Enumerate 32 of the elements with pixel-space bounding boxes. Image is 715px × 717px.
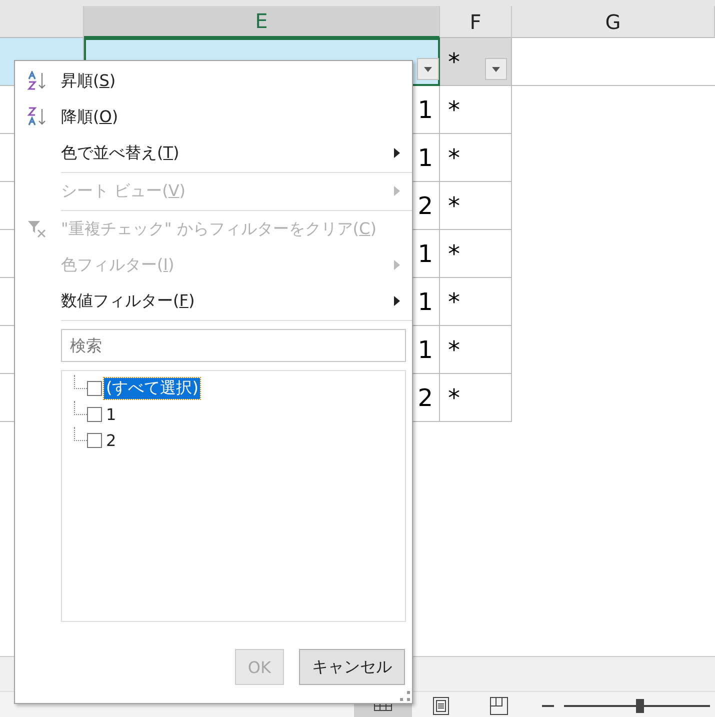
- table-cell: *: [440, 374, 512, 422]
- column-header[interactable]: E: [84, 6, 440, 38]
- table-cell: *: [440, 326, 512, 374]
- page-icon: [433, 696, 449, 714]
- cancel-button[interactable]: キャンセル: [299, 649, 405, 685]
- menu-item[interactable]: 降順(O): [15, 99, 412, 135]
- submenu-arrow-icon: [394, 148, 400, 158]
- zoom-slider-thumb[interactable]: [636, 698, 644, 712]
- checkbox[interactable]: [87, 380, 102, 396]
- table-cell: *: [440, 86, 512, 134]
- resize-grip-icon[interactable]: [400, 691, 410, 701]
- caret-icon: [424, 66, 432, 72]
- checkbox[interactable]: [87, 406, 102, 422]
- value-item[interactable]: (すべて選択): [104, 378, 200, 398]
- table-cell: *: [440, 182, 512, 230]
- zoom-slider[interactable]: [564, 698, 710, 712]
- menu-item[interactable]: 昇順(S): [15, 63, 412, 99]
- value-item[interactable]: 1: [104, 404, 118, 424]
- submenu-arrow-icon: [394, 186, 400, 196]
- submenu-arrow-icon: [394, 260, 400, 270]
- search-field[interactable]: 検索: [61, 329, 406, 362]
- filter-dropdown-button[interactable]: [417, 58, 439, 80]
- table-cell: *: [440, 134, 512, 182]
- column-header[interactable]: G: [512, 6, 715, 38]
- table-cell: *: [440, 230, 512, 278]
- caret-icon: [492, 66, 500, 72]
- submenu-arrow-icon: [394, 296, 400, 306]
- page-break-icon: [490, 696, 508, 714]
- table-cell: *: [440, 278, 512, 326]
- value-item[interactable]: 2: [104, 430, 118, 450]
- checkbox[interactable]: [87, 432, 102, 448]
- filter-dropdown-button[interactable]: [485, 58, 507, 80]
